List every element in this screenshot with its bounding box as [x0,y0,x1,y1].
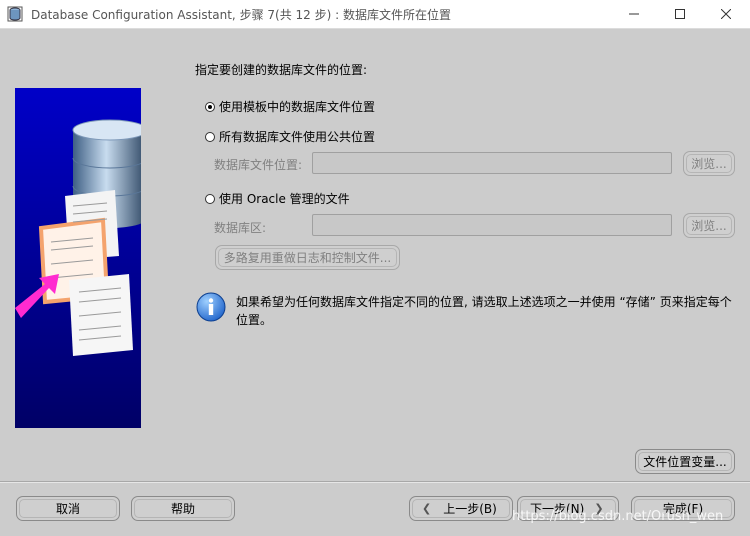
close-icon [721,9,731,19]
help-label: 帮助 [170,502,195,516]
option-oracle-managed-files-label: 使用 Oracle 管理的文件 [219,192,350,206]
file-location-variables-button[interactable]: 文件位置变量... [635,449,735,474]
title-bar: Database Configuration Assistant, 步骤 7(共… [0,0,750,29]
radio-template-locations[interactable] [205,101,215,112]
wizard-illustration [15,88,141,428]
option-common-location-label: 所有数据库文件使用公共位置 [219,130,376,144]
db-file-location-label: 数据库文件位置: [214,158,303,172]
maximize-button[interactable] [657,0,703,28]
option-oracle-managed-files[interactable]: 使用 Oracle 管理的文件 [205,190,350,207]
window-title: Database Configuration Assistant, 步骤 7(共… [31,8,451,22]
browse-file-location-button[interactable]: 浏览... [683,151,735,176]
chevron-left-icon: ❮ [422,502,432,515]
info-text: 如果希望为任何数据库文件指定不同的位置, 请选取上述选项之一并使用 “存储” 页… [236,295,732,327]
close-button[interactable] [703,0,749,28]
radio-common-location[interactable] [205,131,215,142]
database-app-icon [7,6,23,22]
browse-file-location-label: 浏览... [691,157,727,171]
option-template-locations[interactable]: 使用模板中的数据库文件位置 [205,98,375,115]
info-icon [196,292,226,322]
db-area-label: 数据库区: [214,221,267,235]
multiplex-redo-logs-button[interactable]: 多路复用重做日志和控制文件... [215,245,400,270]
back-label: 上一步(B) [443,502,497,516]
back-button[interactable]: ❮ 上一步(B) [409,496,513,521]
option-template-locations-label: 使用模板中的数据库文件位置 [219,100,376,114]
minimize-icon [629,13,639,15]
cancel-label: 取消 [55,502,80,516]
help-button[interactable]: 帮助 [131,496,235,521]
footer-divider [0,481,750,483]
browse-db-area-label: 浏览... [691,219,727,233]
cancel-button[interactable]: 取消 [16,496,120,521]
multiplex-redo-logs-label: 多路复用重做日志和控制文件... [223,251,392,265]
minimize-button[interactable] [611,0,657,28]
browse-db-area-button[interactable]: 浏览... [683,213,735,238]
db-file-location-field[interactable] [312,152,672,174]
maximize-icon [675,9,685,19]
option-common-location[interactable]: 所有数据库文件使用公共位置 [205,128,375,145]
radio-oracle-managed-files[interactable] [205,193,215,204]
file-location-variables-label: 文件位置变量... [643,455,727,469]
location-prompt: 指定要创建的数据库文件的位置: [195,63,368,77]
db-area-field[interactable] [312,214,672,236]
watermark: https://blog.csdn.net/Orush_wen [512,509,724,524]
